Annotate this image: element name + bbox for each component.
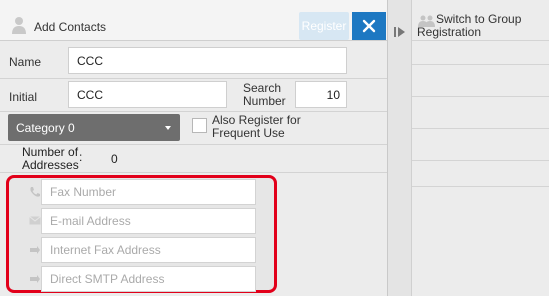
initial-label: Initial — [9, 90, 38, 104]
frequent-use-checkbox[interactable] — [192, 118, 207, 133]
category-select[interactable]: Category 0 — [8, 114, 180, 141]
page-title: Add Contacts — [34, 20, 107, 34]
name-label: Name — [9, 55, 42, 69]
addresses-count: 0 — [111, 152, 118, 166]
divider — [412, 128, 549, 129]
email-address-field[interactable]: E-mail Address — [41, 208, 256, 234]
frequent-use-label: Also Register for Frequent Use — [212, 113, 301, 140]
addresses-colon: : — [79, 150, 83, 164]
name-field[interactable]: CCC — [68, 47, 347, 74]
category-value: Category 0 — [16, 120, 75, 135]
expand-icon — [394, 27, 405, 37]
close-icon — [362, 19, 376, 33]
register-button[interactable]: Register — [299, 12, 349, 40]
divider — [412, 186, 549, 187]
divider — [0, 111, 387, 112]
initial-field[interactable]: CCC — [68, 81, 227, 108]
internet-fax-icon — [30, 246, 40, 254]
internet-fax-address-field[interactable]: Internet Fax Address — [41, 237, 256, 263]
chevron-down-icon — [165, 126, 171, 130]
side-panel — [388, 0, 549, 296]
email-icon — [29, 216, 41, 225]
divider — [0, 78, 387, 79]
addresses-label: Number of Addresses — [22, 145, 79, 172]
divider — [412, 160, 549, 161]
divider — [412, 64, 549, 65]
search-number-label: Search Number — [243, 81, 286, 108]
person-icon — [12, 17, 26, 34]
smtp-icon — [30, 275, 40, 283]
search-number-field[interactable]: 10 — [295, 81, 347, 108]
divider — [412, 40, 549, 41]
divider — [412, 96, 549, 97]
close-button[interactable] — [352, 12, 386, 40]
phone-icon — [30, 187, 40, 197]
header: Add Contacts Register — [0, 0, 387, 41]
side-panel-toggle[interactable] — [388, 0, 412, 296]
switch-to-group-registration-button[interactable]: Switch to Group Registration — [417, 13, 547, 39]
add-contacts-panel: Add Contacts Register Name CCC Initial C… — [0, 0, 388, 296]
divider — [0, 172, 387, 173]
fax-number-field[interactable]: Fax Number — [41, 179, 256, 205]
direct-smtp-address-field[interactable]: Direct SMTP Address — [41, 266, 256, 292]
